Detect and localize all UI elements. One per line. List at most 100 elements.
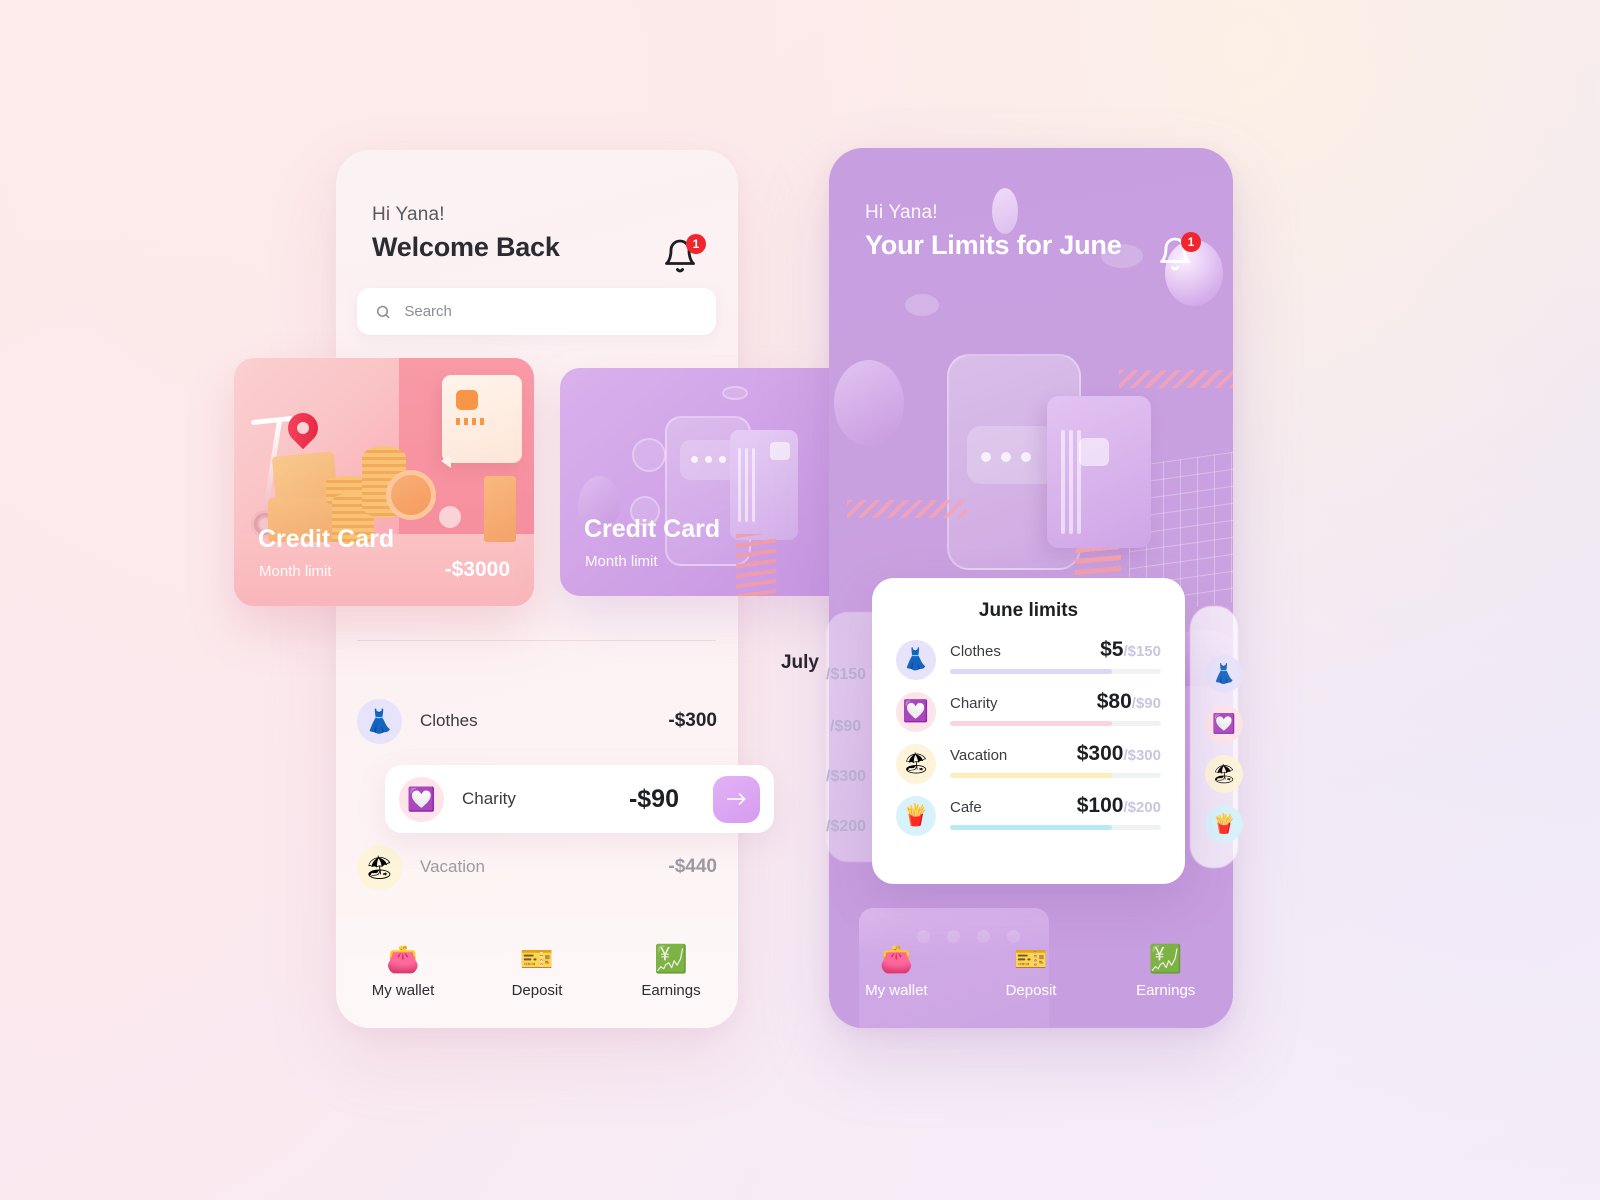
transaction-row-highlighted[interactable]: 💟 Charity -$90 xyxy=(385,765,774,833)
chart-increasing-icon: 💹 xyxy=(654,943,688,974)
notification-bell-button[interactable]: 1 xyxy=(662,234,706,280)
right-greeting: Hi Yana! xyxy=(865,202,938,223)
june-limits-panel: June limits 👗 Clothes $5/$150 💟 Charity … xyxy=(872,578,1185,884)
nav-item-my-wallet[interactable]: 👛 My wallet xyxy=(829,916,964,1028)
dress-icon: 👗 xyxy=(357,698,402,744)
card-title: Credit Card xyxy=(258,525,395,553)
heart-message-icon: 💟 xyxy=(1205,705,1243,743)
bubble-dot-icon xyxy=(1021,452,1031,462)
panel-title: June limits xyxy=(978,600,1079,621)
limit-name: Clothes xyxy=(950,643,1001,660)
nav-item-earnings[interactable]: 💹 Earnings xyxy=(1098,916,1233,1028)
right-page-title: Your Limits for June xyxy=(865,230,1122,260)
arrow-right-icon xyxy=(726,793,745,805)
table-row[interactable]: 👗 Clothes -$300 xyxy=(357,690,717,752)
coin-disc-icon xyxy=(386,470,436,520)
card-subtitle: Month limit xyxy=(259,563,332,580)
limit-row-vacation[interactable]: 🏖 Vacation $300/$300 xyxy=(896,740,1161,784)
nav-label-earnings: Earnings xyxy=(641,981,701,999)
limit-progress-fill xyxy=(950,721,1113,726)
nav-item-deposit[interactable]: 🎫 Deposit xyxy=(470,916,604,1028)
search-input[interactable] xyxy=(404,303,698,320)
ghost-limit-value: /$300 xyxy=(826,768,867,785)
floating-disc-icon xyxy=(905,294,939,316)
location-pin-icon xyxy=(281,406,325,450)
heart-message-icon: 💟 xyxy=(896,692,936,732)
bubble-dot-icon xyxy=(719,456,726,463)
ring-decor-icon xyxy=(632,438,666,472)
nav-item-my-wallet[interactable]: 👛 My wallet xyxy=(336,916,470,1028)
limit-progress-fill xyxy=(950,773,1113,778)
transaction-amount: -$440 xyxy=(668,856,717,877)
beach-umbrella-icon: 🏖 xyxy=(896,744,936,784)
card-stripe-icon xyxy=(738,448,741,522)
nav-item-earnings[interactable]: 💹 Earnings xyxy=(604,916,738,1028)
sphere-decor-icon xyxy=(439,506,461,528)
beach-umbrella-icon: 🏖 xyxy=(1205,755,1243,793)
limit-row-cafe[interactable]: 🍟 Cafe $100/$200 xyxy=(896,792,1161,836)
card-illustration-triangle xyxy=(441,454,451,468)
ring-decor-icon xyxy=(722,386,748,400)
limit-name: Cafe xyxy=(950,799,982,816)
credit-cards-carousel: Credit Card Month limit -$3000 Credit Ca… xyxy=(234,358,860,608)
left-bottom-nav: 👛 My wallet 🎫 Deposit 💹 Earnings xyxy=(336,916,738,1028)
limit-progress-fill xyxy=(950,825,1113,830)
nav-label-my-wallet: My wallet xyxy=(371,981,435,999)
fries-icon: 🍟 xyxy=(896,796,936,836)
scene-zigzag xyxy=(847,500,967,518)
card-subtitle: Month limit xyxy=(585,553,658,570)
bubble-dot-icon xyxy=(705,456,712,463)
nav-label-deposit: Deposit xyxy=(511,981,563,999)
card-stripe-icon xyxy=(1077,430,1081,534)
limit-spent: $300 xyxy=(1076,742,1124,765)
card-title: Credit Card xyxy=(584,515,721,543)
scene-card-chip xyxy=(1079,438,1109,466)
nav-item-deposit[interactable]: 🎫 Deposit xyxy=(964,916,1099,1028)
limit-progress-track xyxy=(950,773,1161,778)
limit-name: Vacation xyxy=(950,747,1008,764)
left-greeting: Hi Yana! xyxy=(372,204,445,225)
right-bottom-nav: 👛 My wallet 🎫 Deposit 💹 Earnings xyxy=(829,916,1233,1028)
transaction-name: Vacation xyxy=(420,857,485,876)
dress-icon: 👗 xyxy=(896,640,936,680)
ghost-limit-value: /$90 xyxy=(830,718,862,735)
scene-zigzag xyxy=(1119,370,1233,388)
ghost-limit-value: /$200 xyxy=(826,818,867,835)
left-page-title: Welcome Back xyxy=(372,232,560,262)
limit-progress-track xyxy=(950,669,1161,674)
card-stripe-icon xyxy=(745,448,748,522)
limit-name: Charity xyxy=(950,695,998,712)
limit-progress-track xyxy=(950,825,1161,830)
card-illustration-number-4 xyxy=(480,418,484,425)
table-row[interactable]: 🏖 Vacation -$440 xyxy=(357,836,717,898)
spring-decor-icon xyxy=(736,534,776,596)
card-stripe-icon xyxy=(1061,430,1065,534)
card-illustration-pillar xyxy=(484,476,516,542)
wallet-icon: 👛 xyxy=(386,943,420,974)
coupon-icon: 🎫 xyxy=(520,943,554,974)
limit-progress-track xyxy=(950,721,1161,726)
limit-row-charity[interactable]: 💟 Charity $80/$90 xyxy=(896,688,1161,732)
transaction-name: Charity xyxy=(462,789,516,808)
credit-card-red[interactable]: Credit Card Month limit -$3000 xyxy=(234,358,534,606)
limit-max: /$150 xyxy=(1123,643,1161,660)
notification-bell-button[interactable]: 1 xyxy=(1157,232,1201,278)
credit-card-purple[interactable]: Credit Card Month limit xyxy=(560,368,860,596)
search-bar[interactable] xyxy=(357,288,716,335)
limit-spent: $5 xyxy=(1100,638,1124,661)
notification-badge: 1 xyxy=(686,234,706,254)
card-illustration-number-2 xyxy=(464,418,468,425)
transaction-details-button[interactable] xyxy=(713,775,760,823)
limit-max: /$90 xyxy=(1131,695,1161,712)
notification-badge: 1 xyxy=(1181,232,1201,252)
fries-icon: 🍟 xyxy=(1205,805,1243,843)
card-stripe-icon xyxy=(1069,430,1073,534)
limit-progress-fill xyxy=(950,669,1113,674)
wallet-icon: 👛 xyxy=(879,943,914,974)
beach-umbrella-icon: 🏖 xyxy=(357,844,402,890)
limit-row-clothes[interactable]: 👗 Clothes $5/$150 xyxy=(896,636,1161,680)
card-illustration-chip xyxy=(456,390,478,410)
heart-message-icon: 💟 xyxy=(399,776,444,822)
section-divider xyxy=(357,640,716,641)
bubble-dot-icon xyxy=(981,452,991,462)
